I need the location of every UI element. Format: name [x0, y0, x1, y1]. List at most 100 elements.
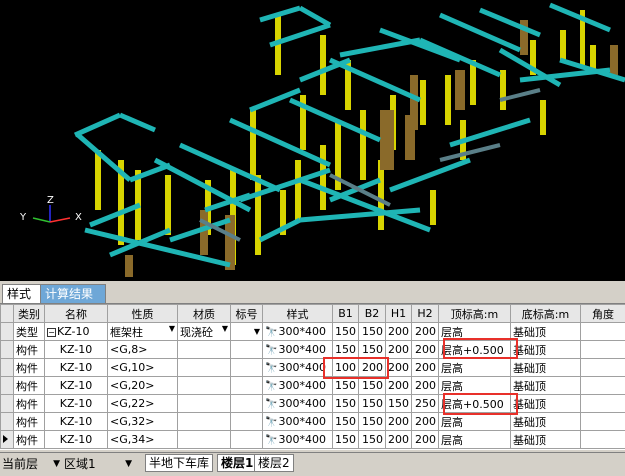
cell-b2[interactable]: 150 — [359, 431, 386, 449]
cell-h1[interactable]: 200 — [386, 359, 412, 377]
cell-h1[interactable]: 200 — [386, 341, 412, 359]
binoculars-icon[interactable]: 🔭 — [265, 399, 277, 410]
cell-type[interactable]: 构件 — [14, 395, 45, 413]
cell-type[interactable]: 类型 — [14, 323, 45, 341]
cell-bottom[interactable]: 基础顶 — [511, 431, 581, 449]
cell-top[interactable]: 层高 — [439, 431, 511, 449]
3d-viewport[interactable]: Z Y X — [0, 0, 625, 281]
cell-name[interactable]: KZ-10 — [45, 359, 108, 377]
cell-b2[interactable]: 150 — [359, 413, 386, 431]
cell-h1[interactable]: 200 — [386, 377, 412, 395]
col-header[interactable]: 名称 — [45, 305, 108, 323]
cell-b2[interactable]: 150 — [359, 377, 386, 395]
col-header[interactable]: 顶标高:m — [439, 305, 511, 323]
cell-nature[interactable]: 框架柱▼ — [108, 323, 178, 341]
cell-h1[interactable]: 200 — [386, 323, 412, 341]
table-row[interactable]: 类型 −KZ-10 框架柱▼ 现浇砼▼ ▼ 🔭300*400 150 150 2… — [1, 323, 625, 341]
cell-name[interactable]: KZ-10 — [45, 431, 108, 449]
cell-grade[interactable] — [231, 431, 263, 449]
cell-top[interactable]: 层高 — [439, 377, 511, 395]
structure-model[interactable] — [0, 0, 625, 281]
current-layer-combo[interactable]: 当前层▼ — [2, 456, 60, 472]
row-header[interactable] — [1, 413, 14, 431]
cell-top[interactable]: 层高 — [439, 323, 511, 341]
cell-grade[interactable] — [231, 413, 263, 431]
cell-h1[interactable]: 200 — [386, 431, 412, 449]
row-header[interactable] — [1, 395, 14, 413]
cell-h2[interactable]: 200 — [412, 341, 439, 359]
cell-h2[interactable]: 200 — [412, 323, 439, 341]
dropdown-arrow-icon[interactable]: ▼ — [53, 456, 60, 472]
cell-style[interactable]: 🔭300*400 — [263, 413, 333, 431]
cell-angle[interactable] — [581, 323, 625, 341]
col-header[interactable]: H2 — [412, 305, 439, 323]
cell-b1[interactable]: 150 — [333, 431, 359, 449]
table-row[interactable]: 构件 KZ-10 <G,32> 🔭300*400 150 150 200 200… — [1, 413, 625, 431]
cell-material[interactable] — [178, 431, 231, 449]
cell-bottom[interactable]: 基础顶 — [511, 413, 581, 431]
col-header[interactable]: 底标高:m — [511, 305, 581, 323]
cell-style[interactable]: 🔭300*400 — [263, 377, 333, 395]
col-header[interactable]: 标号 — [231, 305, 263, 323]
cell-material[interactable] — [178, 341, 231, 359]
col-header[interactable]: H1 — [386, 305, 412, 323]
cell-style[interactable]: 🔭300*400 — [263, 359, 333, 377]
cell-b1[interactable]: 150 — [333, 413, 359, 431]
cell-type[interactable]: 构件 — [14, 431, 45, 449]
cell-b2[interactable]: 200 — [359, 359, 386, 377]
binoculars-icon[interactable]: 🔭 — [265, 345, 277, 356]
binoculars-icon[interactable]: 🔭 — [265, 381, 277, 392]
cell-nature[interactable]: <G,34> — [108, 431, 178, 449]
cell-name[interactable]: KZ-10 — [45, 377, 108, 395]
cell-material[interactable]: 现浇砼▼ — [178, 323, 231, 341]
cell-name[interactable]: KZ-10 — [45, 395, 108, 413]
cell-material[interactable] — [178, 413, 231, 431]
cell-h2[interactable]: 200 — [412, 377, 439, 395]
cell-b1[interactable]: 100 — [333, 359, 359, 377]
cell-angle[interactable] — [581, 395, 625, 413]
table-row[interactable]: 构件 KZ-10 <G,20> 🔭300*400 150 150 200 200… — [1, 377, 625, 395]
dropdown-arrow-icon[interactable]: ▼ — [222, 324, 228, 333]
table-row[interactable]: 构件 KZ-10 <G,8> 🔭300*400 150 150 200 200 … — [1, 341, 625, 359]
cell-h1[interactable]: 150 — [386, 395, 412, 413]
col-header[interactable]: 角度 — [581, 305, 625, 323]
cell-b1[interactable]: 150 — [333, 377, 359, 395]
cell-material[interactable] — [178, 377, 231, 395]
dropdown-arrow-icon[interactable]: ▼ — [125, 456, 132, 472]
tab-style[interactable]: 样式 — [2, 284, 44, 303]
row-header[interactable] — [1, 377, 14, 395]
collapse-icon[interactable]: − — [47, 328, 56, 337]
col-header[interactable]: B1 — [333, 305, 359, 323]
cell-nature[interactable]: <G,8> — [108, 341, 178, 359]
cell-style[interactable]: 🔭300*400 — [263, 395, 333, 413]
binoculars-icon[interactable]: 🔭 — [265, 417, 277, 428]
cell-name[interactable]: −KZ-10 — [45, 323, 108, 341]
cell-nature[interactable]: <G,10> — [108, 359, 178, 377]
layer-tab-floor2[interactable]: 楼层2 — [254, 454, 294, 472]
cell-b2[interactable]: 150 — [359, 323, 386, 341]
cell-h2[interactable]: 200 — [412, 413, 439, 431]
layer-tab-floor1[interactable]: 楼层1 — [217, 454, 257, 472]
cell-type[interactable]: 构件 — [14, 359, 45, 377]
row-header[interactable] — [1, 323, 14, 341]
cell-type[interactable]: 构件 — [14, 377, 45, 395]
cell-h2[interactable]: 250 — [412, 395, 439, 413]
cell-name[interactable]: KZ-10 — [45, 413, 108, 431]
col-header[interactable]: B2 — [359, 305, 386, 323]
col-header[interactable]: 样式 — [263, 305, 333, 323]
cell-nature[interactable]: <G,22> — [108, 395, 178, 413]
cell-angle[interactable] — [581, 413, 625, 431]
cell-type[interactable]: 构件 — [14, 341, 45, 359]
layer-tab-basement[interactable]: 半地下车库 — [145, 454, 213, 472]
zone-combo[interactable]: 区域1▼ — [64, 456, 132, 472]
cell-grade[interactable] — [231, 341, 263, 359]
col-header[interactable]: 性质 — [108, 305, 178, 323]
cell-angle[interactable] — [581, 431, 625, 449]
cell-bottom[interactable]: 基础顶 — [511, 395, 581, 413]
cell-top[interactable]: 层高 — [439, 359, 511, 377]
cell-angle[interactable] — [581, 341, 625, 359]
cell-grade[interactable]: ▼ — [231, 323, 263, 341]
cell-grade[interactable] — [231, 377, 263, 395]
binoculars-icon[interactable]: 🔭 — [265, 435, 277, 446]
cell-top[interactable]: 层高+0.500 — [439, 395, 511, 413]
